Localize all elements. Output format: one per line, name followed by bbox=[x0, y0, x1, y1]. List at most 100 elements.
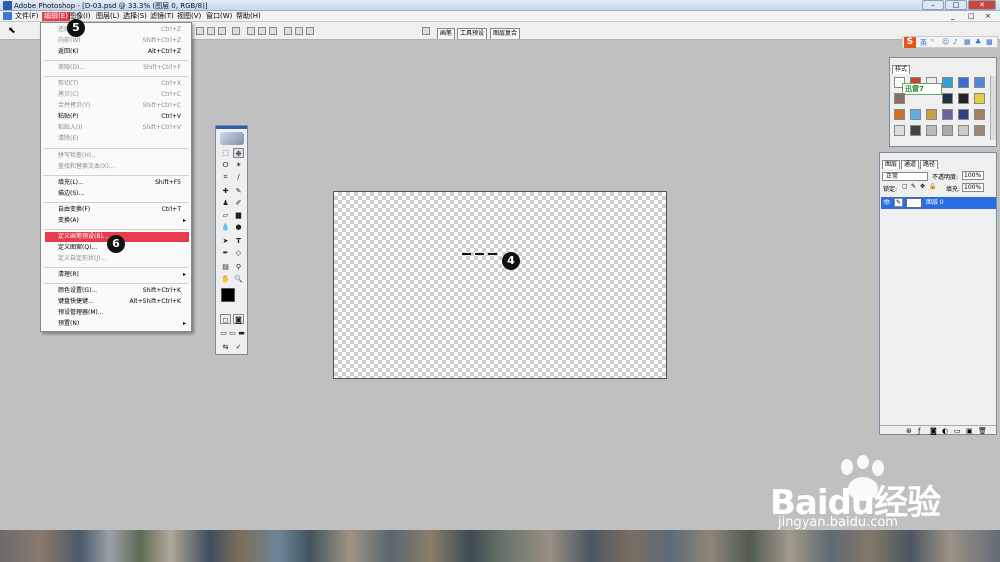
xunlei-popup[interactable]: 迅雷7 bbox=[902, 83, 942, 95]
tab-layers[interactable]: 图层 bbox=[882, 160, 901, 169]
menu-item-fade[interactable]: 渐隐(D)... Shift+Ctrl+F bbox=[41, 63, 191, 73]
menu-item-check-spelling[interactable]: 拼写检查(H)... bbox=[41, 151, 191, 161]
style-swatch[interactable] bbox=[958, 93, 969, 104]
notes-tool-icon[interactable]: ▤ bbox=[220, 262, 231, 272]
style-swatch[interactable] bbox=[926, 125, 937, 136]
lock-image-icon[interactable]: ✎ bbox=[911, 183, 916, 190]
menu-select[interactable]: 选择(S) bbox=[123, 12, 147, 21]
menu-item-copy[interactable]: 拷贝(C) Ctrl+C bbox=[41, 90, 191, 100]
menu-item-purge[interactable]: 清理(R) ▸ bbox=[41, 270, 191, 280]
ime-voice-icon[interactable]: ♪ bbox=[953, 38, 957, 46]
align-middle-icon[interactable] bbox=[207, 27, 215, 35]
lock-position-icon[interactable]: ✥ bbox=[920, 183, 925, 190]
foreground-color-swatch[interactable] bbox=[221, 288, 235, 302]
style-swatch[interactable] bbox=[910, 125, 921, 136]
align-bottom-icon[interactable] bbox=[218, 27, 226, 35]
distribute-bottom-icon[interactable] bbox=[269, 27, 277, 35]
pen-tool-icon[interactable]: ✒ bbox=[220, 248, 231, 258]
distribute-right-icon[interactable] bbox=[306, 27, 314, 35]
ime-tools-icon[interactable]: ▩ bbox=[986, 38, 993, 46]
tab-layer-comps[interactable]: 图层复合 bbox=[490, 28, 521, 39]
ime-skin-icon[interactable]: ♣ bbox=[975, 38, 981, 46]
ime-keyboard-icon[interactable]: ▦ bbox=[964, 38, 971, 46]
blend-mode-select[interactable]: 正常 bbox=[882, 172, 928, 181]
style-swatch[interactable] bbox=[942, 109, 953, 120]
blur-tool-icon[interactable]: 💧 bbox=[220, 222, 231, 232]
lasso-tool-icon[interactable]: ⵔ bbox=[220, 160, 231, 170]
menu-item-transform[interactable]: 变换(A) ▸ bbox=[41, 216, 191, 226]
new-layer-icon[interactable]: ▣ bbox=[966, 427, 973, 435]
menu-item-keyboard-shortcuts[interactable]: 键盘快捷键... Alt+Shift+Ctrl+K bbox=[41, 297, 191, 307]
menu-item-clear[interactable]: 清除(E) bbox=[41, 134, 191, 144]
clone-stamp-icon[interactable]: ♟ bbox=[220, 198, 231, 208]
maximize-button[interactable]: □ bbox=[945, 0, 967, 10]
styles-scrollbar[interactable] bbox=[990, 76, 996, 140]
adjustment-layer-icon[interactable]: ◐ bbox=[942, 427, 948, 435]
tab-brushes[interactable]: 画笔 bbox=[437, 28, 456, 39]
style-swatch[interactable] bbox=[894, 109, 905, 120]
menu-filter[interactable]: 滤镜(T) bbox=[150, 12, 174, 21]
style-swatch[interactable] bbox=[942, 77, 953, 88]
fill-input[interactable]: 100% bbox=[962, 183, 984, 192]
tab-tool-presets[interactable]: 工具预设 bbox=[457, 28, 488, 39]
standard-mode-icon[interactable]: ◻ bbox=[220, 314, 231, 324]
style-swatch[interactable] bbox=[910, 109, 921, 120]
new-group-icon[interactable]: ▭ bbox=[954, 427, 961, 435]
distribute-top-icon[interactable] bbox=[247, 27, 255, 35]
sogou-logo-icon[interactable]: S bbox=[904, 37, 916, 48]
style-swatch[interactable] bbox=[974, 93, 985, 104]
move-tool-preset-icon[interactable]: ⬉ bbox=[8, 26, 16, 36]
history-brush-icon[interactable]: ✐ bbox=[233, 198, 244, 208]
shape-tool-icon[interactable]: ◇ bbox=[233, 248, 244, 258]
menu-item-step-backward[interactable]: 返回(K) Alt+Ctrl+Z bbox=[41, 47, 191, 57]
menu-item-copy-merged[interactable]: 合并拷贝(Y) Shift+Ctrl+C bbox=[41, 101, 191, 111]
layer-style-icon[interactable]: ƒ bbox=[918, 427, 920, 435]
doc-close-icon[interactable]: × bbox=[985, 12, 991, 20]
distribute-center-icon[interactable] bbox=[295, 27, 303, 35]
doc-restore-icon[interactable]: □ bbox=[968, 12, 975, 20]
style-swatch[interactable] bbox=[974, 77, 985, 88]
align-left-icon[interactable] bbox=[232, 27, 240, 35]
menu-view[interactable]: 视图(V) bbox=[177, 12, 201, 21]
menu-item-preferences[interactable]: 预置(N) ▸ bbox=[41, 319, 191, 329]
style-swatch[interactable] bbox=[958, 125, 969, 136]
tab-paths[interactable]: 路径 bbox=[920, 160, 939, 169]
align-top-icon[interactable] bbox=[196, 27, 204, 35]
visibility-eye-icon[interactable]: 👁 bbox=[883, 197, 891, 209]
zoom-tool-icon[interactable]: 🔍 bbox=[233, 274, 244, 284]
eraser-tool-icon[interactable]: ▱ bbox=[220, 210, 231, 220]
menu-window[interactable]: 窗口(W) bbox=[206, 12, 232, 21]
style-swatch[interactable] bbox=[894, 93, 905, 104]
file-browser-icon[interactable] bbox=[422, 27, 430, 35]
style-swatch[interactable] bbox=[942, 93, 953, 104]
menu-item-undo[interactable]: 还原(O)Ctrl+Z bbox=[41, 25, 191, 35]
style-swatch[interactable] bbox=[894, 125, 905, 136]
menu-item-stroke[interactable]: 描边(S)... bbox=[41, 189, 191, 199]
menu-item-paste[interactable]: 粘贴(P) Ctrl+V bbox=[41, 112, 191, 122]
menu-edit[interactable]: 编辑(E) bbox=[42, 12, 70, 21]
menu-item-find-replace[interactable]: 查找和替换文本(X)... bbox=[41, 162, 191, 172]
tab-channels[interactable]: 通道 bbox=[901, 160, 920, 169]
menu-item-fill[interactable]: 填充(L)... Shift+F5 bbox=[41, 178, 191, 188]
gradient-tool-icon[interactable]: ▆ bbox=[233, 210, 244, 220]
imageready-icon[interactable]: ✓ bbox=[233, 342, 244, 352]
layer-row[interactable]: 👁 ✎ 图层 0 bbox=[881, 197, 996, 209]
delete-layer-icon[interactable]: 🗑 bbox=[978, 427, 987, 435]
style-swatch[interactable] bbox=[926, 109, 937, 120]
menu-item-cut[interactable]: 剪切(T) Ctrl+X bbox=[41, 79, 191, 89]
ime-mode-label[interactable]: 英 bbox=[920, 38, 927, 48]
jump-to-imageready-icon[interactable]: ⇆ bbox=[220, 342, 231, 352]
layer-mask-icon[interactable]: ◙ bbox=[930, 427, 937, 435]
lock-all-icon[interactable]: 🔒 bbox=[929, 183, 936, 190]
screen-mode-full-icon[interactable]: ▬ bbox=[236, 328, 247, 338]
style-swatch[interactable] bbox=[974, 125, 985, 136]
menu-item-step-forward[interactable]: 向前(W) Shift+Ctrl+Z bbox=[41, 36, 191, 46]
eyedropper-tool-icon[interactable]: ⚲ bbox=[233, 262, 244, 272]
style-swatch[interactable] bbox=[958, 109, 969, 120]
style-swatch[interactable] bbox=[974, 109, 985, 120]
distribute-left-icon[interactable] bbox=[284, 27, 292, 35]
close-button[interactable]: ✕ bbox=[968, 0, 996, 10]
layer-name[interactable]: 图层 0 bbox=[926, 197, 944, 209]
slice-tool-icon[interactable]: ∕ bbox=[233, 172, 244, 182]
magic-wand-tool-icon[interactable]: ✶ bbox=[233, 160, 244, 170]
